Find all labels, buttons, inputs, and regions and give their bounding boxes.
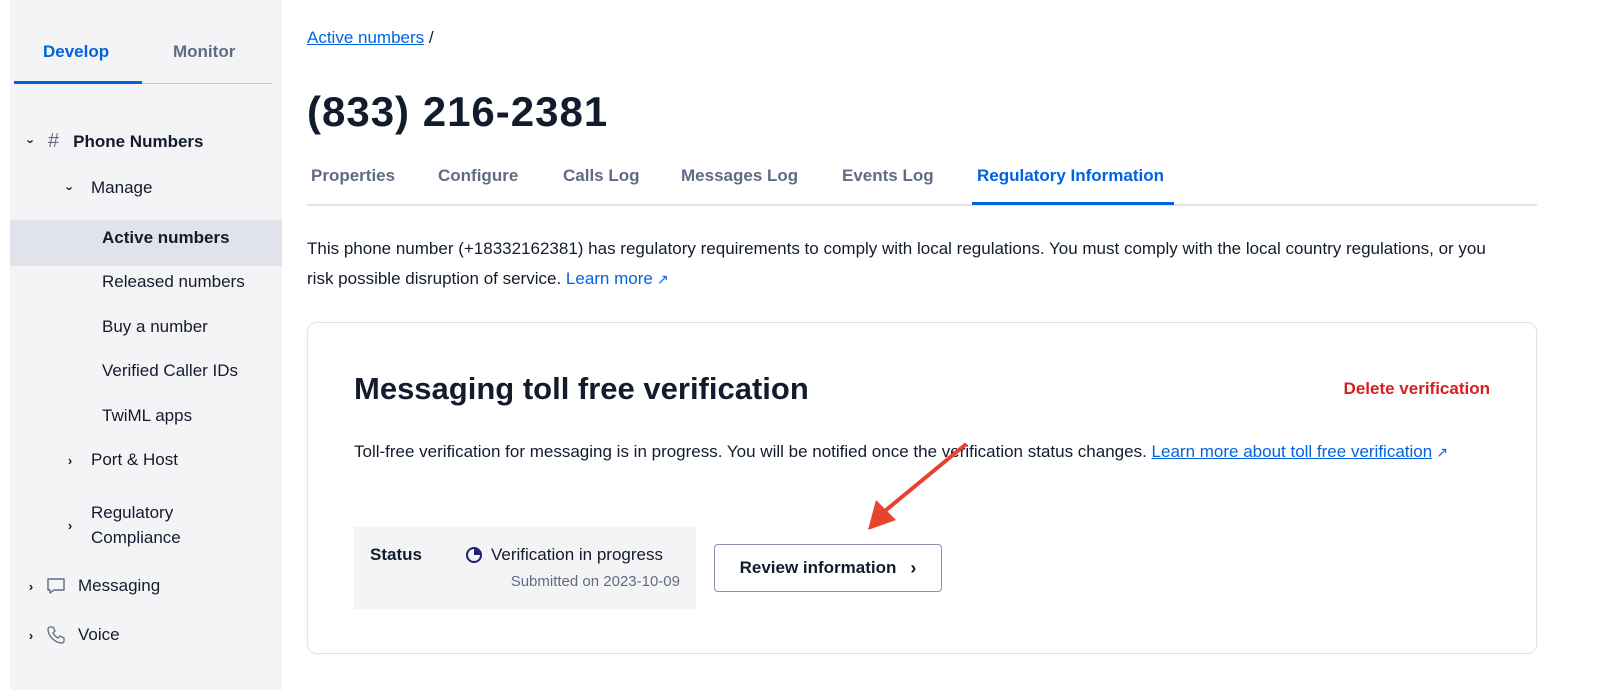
page-title: (833) 216-2381 — [307, 88, 609, 135]
regulatory-label-line2: Compliance — [91, 528, 181, 547]
nav-manage[interactable]: › Manage — [62, 178, 153, 198]
nav-manage-label: Manage — [91, 178, 153, 197]
nav-voice[interactable]: › Voice — [24, 625, 120, 645]
sidebar-item-released-numbers[interactable]: Released numbers — [102, 272, 245, 292]
card-title: Messaging toll free verification — [354, 371, 809, 406]
tab-events-log[interactable]: Events Log — [842, 166, 934, 186]
nav-phone-numbers[interactable]: › # Phone Numbers — [23, 130, 204, 153]
tab-messages-log[interactable]: Messages Log — [681, 166, 798, 186]
review-information-button[interactable]: Review information › — [714, 544, 942, 592]
learn-more-label: Learn more — [565, 269, 653, 288]
nav-regulatory-compliance-label: Regulatory Compliance — [91, 500, 181, 550]
verification-card: Messaging toll free verification Delete … — [307, 322, 1537, 654]
tab-regulatory-information[interactable]: Regulatory Information — [977, 166, 1164, 186]
nav-port-host-label: Port & Host — [91, 450, 178, 469]
sidebar-item-buy-number[interactable]: Buy a number — [102, 317, 208, 337]
active-tab-indicator — [972, 202, 1174, 205]
toll-free-learn-more-label: Learn more about toll free verification — [1151, 442, 1433, 461]
nav-regulatory-compliance[interactable]: › Regulatory Compliance — [63, 500, 181, 550]
breadcrumb-active-numbers-link[interactable]: Active numbers — [307, 28, 424, 47]
toll-free-learn-more-link[interactable]: Learn more about toll free verification — [1152, 442, 1433, 461]
external-link-icon: ↗ — [1436, 444, 1448, 460]
breadcrumb: Active numbers / — [307, 28, 434, 48]
tab-bar: Properties Configure Calls Log Messages … — [307, 158, 1537, 206]
tab-configure[interactable]: Configure — [438, 166, 518, 186]
sidebar-tabs: Develop Monitor — [14, 0, 272, 84]
status-panel: Status Verification in progress Submitte… — [354, 527, 696, 609]
status-progress-icon — [466, 547, 482, 563]
external-link-icon: ↗ — [656, 271, 669, 287]
intro-text: This phone number (+18332162381) has reg… — [307, 234, 1507, 294]
sidebar-item-twiml-apps[interactable]: TwiML apps — [102, 406, 192, 426]
status-value: Verification in progress — [491, 545, 663, 564]
chevron-down-icon: › — [62, 185, 78, 191]
card-description: Toll-free verification for messaging is … — [354, 437, 1464, 467]
review-information-label: Review information — [739, 558, 897, 577]
status-label: Status — [370, 545, 422, 564]
sidebar-item-active-numbers[interactable]: Active numbers — [102, 228, 230, 248]
tab-calls-log[interactable]: Calls Log — [563, 166, 640, 186]
sidebar-item-verified-caller-ids[interactable]: Verified Caller IDs — [102, 361, 238, 381]
chevron-right-icon: › — [28, 578, 34, 594]
nav-port-host[interactable]: › Port & Host — [63, 450, 178, 470]
intro-body: This phone number (+18332162381) has reg… — [307, 239, 1486, 288]
active-tab-indicator — [14, 81, 142, 84]
nav-messaging[interactable]: › Messaging — [24, 576, 160, 596]
hash-icon: # — [48, 130, 60, 152]
chat-icon — [46, 577, 66, 595]
tab-develop[interactable]: Develop — [43, 42, 109, 62]
card-description-body: Toll-free verification for messaging is … — [354, 442, 1147, 461]
delete-verification-button[interactable]: Delete verification — [1344, 379, 1490, 399]
regulatory-label-line1: Regulatory — [91, 503, 174, 522]
phone-icon — [46, 625, 66, 645]
tab-monitor[interactable]: Monitor — [173, 42, 235, 62]
chevron-right-icon: › — [28, 627, 34, 643]
sidebar: Develop Monitor › # Phone Numbers › Mana… — [10, 0, 282, 690]
nav-messaging-label: Messaging — [78, 576, 161, 595]
tab-properties[interactable]: Properties — [311, 166, 395, 186]
chevron-right-icon: › — [67, 517, 73, 533]
chevron-right-icon: › — [910, 557, 917, 578]
submitted-date: Submitted on 2023-10-09 — [510, 573, 680, 590]
nav-phone-numbers-label: Phone Numbers — [73, 131, 204, 151]
nav-voice-label: Voice — [78, 625, 120, 644]
chevron-right-icon: › — [67, 452, 73, 468]
learn-more-link[interactable]: Learn more ↗ — [566, 269, 669, 288]
chevron-down-icon: › — [23, 139, 39, 144]
breadcrumb-separator: / — [428, 28, 434, 47]
